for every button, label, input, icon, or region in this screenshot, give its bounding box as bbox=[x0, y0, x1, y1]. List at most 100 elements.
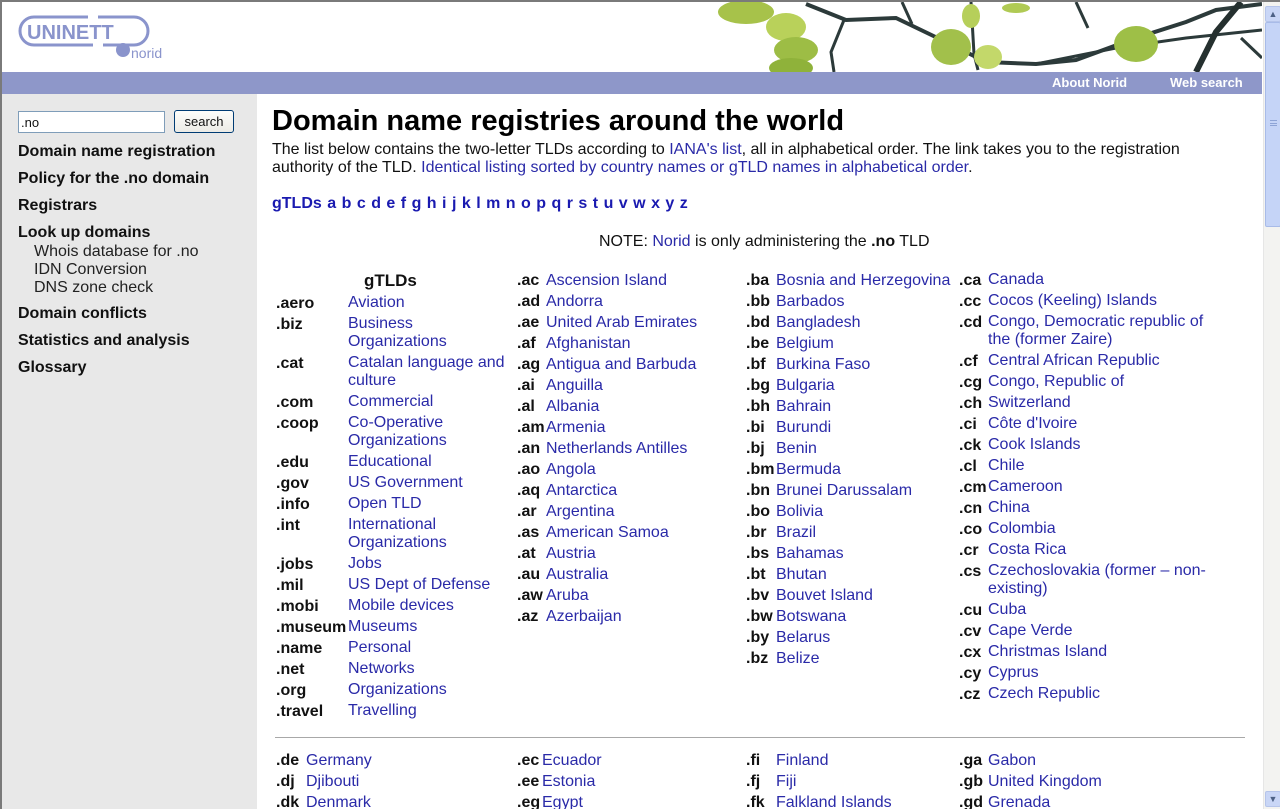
letter-link-v[interactable]: v bbox=[619, 195, 628, 212]
tld-registry-link[interactable]: Organizations bbox=[348, 680, 508, 701]
tld-registry-link[interactable]: Bulgaria bbox=[776, 375, 835, 396]
letter-link-d[interactable]: d bbox=[371, 195, 381, 212]
tld-registry-link[interactable]: Belarus bbox=[776, 627, 830, 648]
tld-registry-link[interactable]: Australia bbox=[546, 564, 608, 585]
tld-registry-link[interactable]: Mobile devices bbox=[348, 596, 508, 617]
tld-registry-link[interactable]: Denmark bbox=[306, 792, 371, 809]
iana-list-link[interactable]: IANA's list bbox=[669, 141, 741, 158]
letter-link-n[interactable]: n bbox=[506, 195, 516, 212]
tld-registry-link[interactable]: China bbox=[988, 498, 1030, 519]
sidebar-item-domain-name-registration[interactable]: Domain name registration bbox=[18, 142, 253, 169]
sidebar-subitem-idn-conversion[interactable]: IDN Conversion bbox=[18, 261, 253, 279]
tld-registry-link[interactable]: Brazil bbox=[776, 522, 816, 543]
tld-registry-link[interactable]: Travelling bbox=[348, 701, 508, 722]
tld-registry-link[interactable]: Co-Operative Organizations bbox=[348, 413, 508, 452]
tld-registry-link[interactable]: Grenada bbox=[988, 792, 1050, 809]
letter-link-j[interactable]: j bbox=[452, 195, 456, 212]
tld-registry-link[interactable]: Bermuda bbox=[776, 459, 841, 480]
uninett-norid-logo[interactable]: UNINETT norid bbox=[18, 14, 163, 62]
tld-registry-link[interactable]: Afghanistan bbox=[546, 333, 631, 354]
tld-registry-link[interactable]: Ecuador bbox=[542, 750, 602, 771]
sidebar-item-registrars[interactable]: Registrars bbox=[18, 196, 253, 223]
vertical-scrollbar[interactable]: ▲ ▼ bbox=[1263, 2, 1280, 809]
sidebar-item-domain-conflicts[interactable]: Domain conflicts bbox=[18, 304, 253, 331]
tld-registry-link[interactable]: Educational bbox=[348, 452, 508, 473]
tld-registry-link[interactable]: Open TLD bbox=[348, 494, 508, 515]
letter-link-t[interactable]: t bbox=[593, 195, 598, 212]
identical-listing-link[interactable]: Identical listing sorted by country name… bbox=[421, 159, 968, 176]
tld-registry-link[interactable]: Germany bbox=[306, 750, 372, 771]
tld-registry-link[interactable]: Bosnia and Herzegovina bbox=[776, 270, 950, 291]
search-button[interactable]: search bbox=[174, 110, 234, 133]
tld-registry-link[interactable]: Catalan language and culture bbox=[348, 353, 508, 392]
tld-registry-link[interactable]: United Arab Emirates bbox=[546, 312, 697, 333]
tld-registry-link[interactable]: Czechoslovakia (former – non-existing) bbox=[988, 561, 1229, 600]
sidebar-subitem-dns-zone-check[interactable]: DNS zone check bbox=[18, 279, 253, 297]
tld-registry-link[interactable]: Bahamas bbox=[776, 543, 844, 564]
scroll-down-arrow-icon[interactable]: ▼ bbox=[1265, 791, 1280, 807]
letter-link-y[interactable]: y bbox=[665, 195, 674, 212]
tld-registry-link[interactable]: Ascension Island bbox=[546, 270, 667, 291]
scroll-up-arrow-icon[interactable]: ▲ bbox=[1265, 6, 1280, 22]
tld-registry-link[interactable]: Netherlands Antilles bbox=[546, 438, 687, 459]
tld-registry-link[interactable]: Czech Republic bbox=[988, 684, 1100, 705]
letter-link-gtlds[interactable]: gTLDs bbox=[272, 195, 322, 212]
tld-registry-link[interactable]: Switzerland bbox=[988, 393, 1071, 414]
tld-registry-link[interactable]: Côte d'Ivoire bbox=[988, 414, 1077, 435]
tld-registry-link[interactable]: Colombia bbox=[988, 519, 1056, 540]
tld-registry-link[interactable]: Congo, Democratic republic of the (forme… bbox=[988, 312, 1229, 351]
letter-link-p[interactable]: p bbox=[536, 195, 546, 212]
tld-registry-link[interactable]: US Government bbox=[348, 473, 508, 494]
tld-registry-link[interactable]: Aviation bbox=[348, 293, 508, 314]
tld-registry-link[interactable]: Brunei Darussalam bbox=[776, 480, 912, 501]
letter-link-w[interactable]: w bbox=[633, 195, 645, 212]
letter-link-k[interactable]: k bbox=[462, 195, 471, 212]
tld-registry-link[interactable]: Anguilla bbox=[546, 375, 603, 396]
tld-registry-link[interactable]: Central African Republic bbox=[988, 351, 1160, 372]
tld-registry-link[interactable]: Finland bbox=[776, 750, 828, 771]
letter-link-h[interactable]: h bbox=[427, 195, 437, 212]
tld-registry-link[interactable]: Business Organizations bbox=[348, 314, 508, 353]
tld-registry-link[interactable]: Christmas Island bbox=[988, 642, 1107, 663]
sidebar-item-glossary[interactable]: Glossary bbox=[18, 358, 253, 385]
tld-registry-link[interactable]: US Dept of Defense bbox=[348, 575, 508, 596]
tld-registry-link[interactable]: Bouvet Island bbox=[776, 585, 873, 606]
tld-registry-link[interactable]: Cape Verde bbox=[988, 621, 1073, 642]
tld-registry-link[interactable]: Gabon bbox=[988, 750, 1036, 771]
tld-registry-link[interactable]: Cameroon bbox=[988, 477, 1063, 498]
tld-registry-link[interactable]: Burundi bbox=[776, 417, 831, 438]
tld-registry-link[interactable]: Commercial bbox=[348, 392, 508, 413]
letter-link-x[interactable]: x bbox=[651, 195, 660, 212]
tld-registry-link[interactable]: Djibouti bbox=[306, 771, 359, 792]
tld-registry-link[interactable]: Burkina Faso bbox=[776, 354, 870, 375]
tld-registry-link[interactable]: Falkland Islands bbox=[776, 792, 892, 809]
tld-registry-link[interactable]: American Samoa bbox=[546, 522, 669, 543]
sidebar-item-look-up-domains[interactable]: Look up domains bbox=[18, 223, 253, 243]
tld-registry-link[interactable]: Antarctica bbox=[546, 480, 617, 501]
tld-registry-link[interactable]: Cyprus bbox=[988, 663, 1039, 684]
tld-registry-link[interactable]: Botswana bbox=[776, 606, 846, 627]
nav-web-search[interactable]: Web search bbox=[1170, 75, 1243, 90]
letter-link-i[interactable]: i bbox=[442, 195, 446, 212]
search-input[interactable] bbox=[18, 111, 165, 133]
letter-link-c[interactable]: c bbox=[357, 195, 366, 212]
tld-registry-link[interactable]: Barbados bbox=[776, 291, 845, 312]
tld-registry-link[interactable]: Chile bbox=[988, 456, 1024, 477]
tld-registry-link[interactable]: Azerbaijan bbox=[546, 606, 622, 627]
tld-registry-link[interactable]: Bahrain bbox=[776, 396, 831, 417]
tld-registry-link[interactable]: Andorra bbox=[546, 291, 603, 312]
letter-link-u[interactable]: u bbox=[604, 195, 614, 212]
tld-registry-link[interactable]: Canada bbox=[988, 270, 1044, 291]
tld-registry-link[interactable]: Bolivia bbox=[776, 501, 823, 522]
tld-registry-link[interactable]: Angola bbox=[546, 459, 596, 480]
tld-registry-link[interactable]: Belize bbox=[776, 648, 820, 669]
tld-registry-link[interactable]: Argentina bbox=[546, 501, 615, 522]
sidebar-item-policy[interactable]: Policy for the .no domain bbox=[18, 169, 253, 196]
tld-registry-link[interactable]: International Organizations bbox=[348, 515, 508, 554]
tld-registry-link[interactable]: Bhutan bbox=[776, 564, 827, 585]
tld-registry-link[interactable]: Cuba bbox=[988, 600, 1026, 621]
tld-registry-link[interactable]: Cocos (Keeling) Islands bbox=[988, 291, 1157, 312]
tld-registry-link[interactable]: Jobs bbox=[348, 554, 508, 575]
tld-registry-link[interactable]: United Kingdom bbox=[988, 771, 1102, 792]
tld-registry-link[interactable]: Museums bbox=[348, 617, 508, 638]
